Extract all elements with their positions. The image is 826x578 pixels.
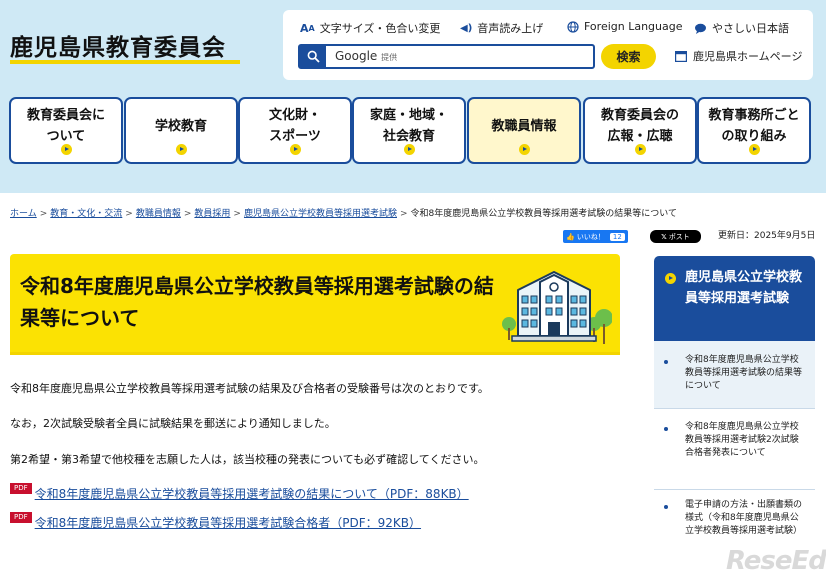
arrow-circle-icon [176,144,187,155]
body-paragraph: 令和8年度鹿児島県公立学校教員等採用選考試験の結果及び合格者の受験番号は次のとお… [10,382,489,395]
facebook-like-button[interactable]: 👍 いいね！ 12 [563,230,628,243]
search-input[interactable]: Google 提供 [298,44,595,69]
school-building-illustration [502,271,612,344]
bullet-icon [664,505,668,509]
updated-date: 更新日：2025年9月5日 [718,231,816,241]
speaker-icon: ◀) [460,22,473,34]
window-icon [675,50,687,62]
sidebar-item-second-exam[interactable]: 令和8年度鹿児島県公立学校教員等採用選考試験2次試験合格者発表について [654,409,815,490]
arrow-circle-icon [749,144,760,155]
exam-results-pdf-link[interactable]: 令和8年度鹿児島県公立学校教員等採用選考試験の結果について（PDF：88KB） [35,485,469,502]
nav-culture-sports[interactable]: 文化財・ スポーツ [238,97,352,164]
x-logo-icon: 𝕏 [661,232,667,241]
breadcrumb-home[interactable]: ホーム [10,209,37,219]
text-size-link[interactable]: AA 文字サイズ・色合い変更 [300,20,440,36]
pdf-link-row: PDF 令和8年度鹿児島県公立学校教員等採用選考試験合格者（PDF：92KB） [10,512,421,531]
arrow-circle-icon [61,144,72,155]
read-aloud-link[interactable]: ◀) 音声読み上げ [460,20,543,36]
utility-bar: AA 文字サイズ・色合い変更 ◀) 音声読み上げ Foreign Languag… [283,10,813,80]
arrow-circle-icon [635,144,646,155]
nav-family-community[interactable]: 家庭・地域・ 社会教育 [352,97,466,164]
easy-japanese-link[interactable]: やさしい日本語 [694,20,789,36]
sidebar-heading[interactable]: 鹿児島県公立学校教員等採用選考試験 [654,256,815,341]
breadcrumb: ホーム > 教育・文化・交流 > 教職員情報 > 教員採用 > 鹿児島県公立学校教員等採用選考試… [10,209,677,219]
globe-icon [567,20,579,33]
bullet-icon [664,360,668,364]
breadcrumb-staff-info[interactable]: 教職員情報 [136,209,181,219]
breadcrumb-exam[interactable]: 鹿児島県公立学校教員等採用選考試験 [244,209,397,219]
breadcrumb-current: 令和8年度鹿児島県公立学校教員等採用選考試験の結果等について [410,209,677,219]
nav-about-board[interactable]: 教育委員会に ついて [9,97,123,164]
site-title[interactable]: 鹿児島県教育委員会 [10,28,226,62]
search-button[interactable]: 検索 [601,44,656,69]
site-header: 鹿児島県教育委員会 AA 文字サイズ・色合い変更 ◀) 音声読み上げ Forei… [0,0,826,193]
body-paragraph: 第2希望・第3希望で他校種を志願した人は，該当校種の発表についても必ず確認してく… [10,453,485,466]
page-title: 令和8年度鹿児島県公立学校教員等採用選考試験の結果等について [20,274,494,330]
arrow-circle-icon [404,144,415,155]
search-brand: Google 提供 [335,49,398,63]
prefecture-homepage-link[interactable]: 鹿児島県ホームページ [675,48,802,64]
like-count: 12 [609,232,625,241]
title-divider [10,352,620,358]
title-underline [10,60,240,64]
nav-regional-offices[interactable]: 教育事務所ごと の取り組み [697,97,811,164]
speech-bubble-icon [694,23,707,34]
nav-staff-info[interactable]: 教職員情報 [467,97,581,164]
nav-public-relations[interactable]: 教育委員会の 広報・広聴 [583,97,697,164]
search-icon [300,46,326,67]
x-post-button[interactable]: 𝕏 ポスト [650,230,701,243]
watermark-logo: ReseEd [726,546,826,576]
pdf-icon: PDF [10,512,32,523]
breadcrumb-teacher-recruitment[interactable]: 教員採用 [194,209,230,219]
pdf-icon: PDF [10,483,32,494]
body-paragraph: なお，2次試験受験者全員に試験結果を郵送により通知しました。 [10,417,336,430]
foreign-language-link[interactable]: Foreign Language [567,20,683,33]
arrow-circle-icon [519,144,530,155]
successful-candidates-pdf-link[interactable]: 令和8年度鹿児島県公立学校教員等採用選考試験合格者（PDF：92KB） [35,514,421,531]
bullet-icon [664,427,668,431]
breadcrumb-education-culture[interactable]: 教育・文化・交流 [50,209,122,219]
arrow-circle-icon [665,273,676,284]
pdf-link-row: PDF 令和8年度鹿児島県公立学校教員等採用選考試験の結果について（PDF：88… [10,483,469,502]
thumbs-up-icon: 👍 [566,232,575,241]
nav-school-education[interactable]: 学校教育 [124,97,238,164]
text-size-icon: AA [300,21,315,35]
sidebar-item-results[interactable]: 令和8年度鹿児島県公立学校教員等採用選考試験の結果等について [654,341,815,409]
arrow-circle-icon [290,144,301,155]
